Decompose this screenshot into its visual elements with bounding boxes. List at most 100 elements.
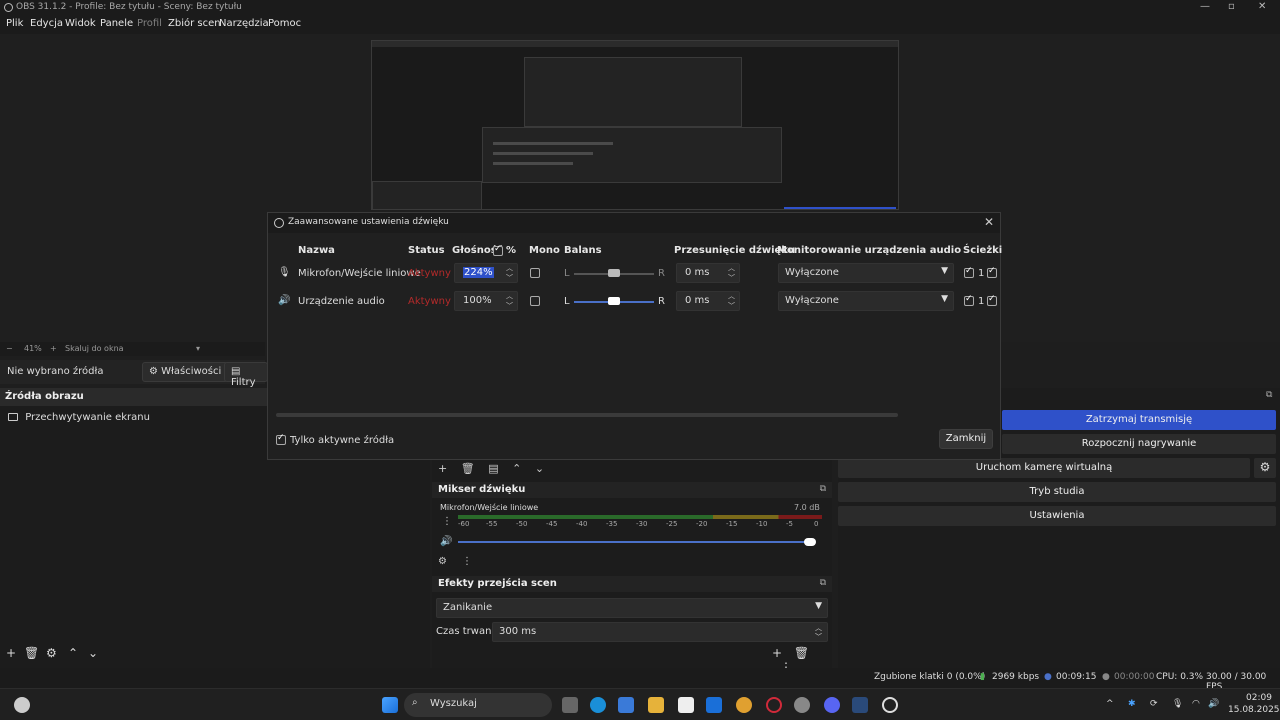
menu-widok[interactable]: Widok	[65, 18, 96, 29]
duration-spinbox[interactable]: 300 ms ︿ ﹀	[492, 622, 828, 642]
spin-up-icon[interactable]: ︿	[728, 291, 735, 301]
popout-icon[interactable]: ⧉	[820, 484, 826, 494]
settings-button[interactable]: Ustawienia	[838, 506, 1276, 526]
discord-icon[interactable]	[824, 697, 840, 713]
stop-stream-button[interactable]: Zatrzymaj transmisję	[1002, 410, 1276, 430]
filters-button[interactable]: ▤ Filtry	[224, 362, 268, 388]
spin-down-icon[interactable]: ﹀	[506, 301, 513, 311]
clock-date[interactable]: 15.08.2025	[1228, 705, 1280, 715]
start-recording-button[interactable]: Rozpocznij nagrywanie	[1002, 434, 1276, 454]
mixer-menu-icon[interactable]: ⋮	[462, 556, 472, 567]
trash-icon[interactable]: 🗑	[794, 646, 809, 660]
task-view-icon[interactable]	[562, 697, 578, 713]
mono-checkbox[interactable]	[530, 268, 540, 278]
mixer-volume-track[interactable]	[458, 541, 810, 543]
outlook-icon[interactable]	[706, 697, 722, 713]
popout-icon[interactable]: ⧉	[1266, 390, 1272, 400]
settings-icon[interactable]	[794, 697, 810, 713]
spin-down-icon[interactable]: ﹀	[506, 273, 513, 283]
menu-profil[interactable]: Profil	[137, 18, 162, 29]
spin-up-icon[interactable]: ︿	[728, 263, 735, 273]
menu-narzedzia[interactable]: Narzędzia	[219, 18, 269, 29]
popout-icon[interactable]: ⧉	[820, 578, 826, 588]
preview-canvas[interactable]	[371, 40, 899, 210]
menu-pomoc[interactable]: Pomoc	[268, 18, 301, 29]
volume-percent-checkbox[interactable]	[493, 244, 503, 256]
move-up-icon[interactable]: ⌃	[68, 646, 78, 660]
spin-down-icon[interactable]: ﹀	[815, 632, 822, 642]
obs-icon[interactable]	[882, 697, 898, 713]
bluetooth-icon[interactable]: ✱	[1128, 699, 1136, 709]
gear-icon[interactable]: ⚙	[46, 646, 57, 660]
volume-icon[interactable]: 🔊	[1208, 699, 1219, 709]
spin-up-icon[interactable]: ︿	[506, 263, 513, 273]
spin-up-icon[interactable]: ︿	[506, 291, 513, 301]
trash-icon[interactable]: 🗑	[461, 462, 475, 475]
clock-time[interactable]: 02:09	[1246, 693, 1272, 703]
studio-mode-button[interactable]: Tryb studia	[838, 482, 1276, 502]
trash-icon[interactable]: 🗑	[24, 646, 39, 660]
add-icon[interactable]: +	[438, 462, 447, 475]
mixer-volume-knob[interactable]	[804, 538, 816, 546]
edge-icon[interactable]	[590, 697, 606, 713]
speaker-icon[interactable]: 🔊	[440, 536, 452, 547]
menu-panele[interactable]: Panele	[100, 18, 133, 29]
track-1-checkbox[interactable]	[964, 266, 974, 278]
close-window-icon[interactable]: ✕	[1258, 1, 1266, 12]
menu-zbior-scen[interactable]: Zbiór scen	[168, 18, 221, 29]
active-only-checkbox[interactable]	[276, 433, 286, 445]
taskbar-search[interactable]: ⌕ Wyszukaj	[404, 693, 552, 717]
sync-icon[interactable]: ⟳	[1150, 699, 1158, 709]
volume-spinbox[interactable]: 224% ︿ ﹀	[454, 263, 518, 283]
spin-down-icon[interactable]: ﹀	[728, 301, 735, 311]
zoom-out-button[interactable]: −	[6, 344, 13, 353]
file-explorer-icon[interactable]	[648, 697, 664, 713]
menu-edycja[interactable]: Edycja	[30, 18, 63, 29]
sync-offset-spinbox[interactable]: 0 ms ︿ ﹀	[676, 263, 740, 283]
minimize-icon[interactable]: —	[1200, 1, 1210, 12]
zoom-in-button[interactable]: +	[50, 344, 57, 353]
mono-checkbox[interactable]	[530, 296, 540, 306]
monitoring-select[interactable]: Wyłączone ▼	[778, 291, 954, 311]
close-icon[interactable]: ✕	[984, 215, 994, 229]
windows-start-icon[interactable]	[382, 697, 398, 713]
move-down-icon[interactable]: ⌄	[535, 462, 544, 475]
menu-plik[interactable]: Plik	[6, 18, 23, 29]
horizontal-scrollbar[interactable]	[276, 413, 898, 417]
track-2-checkbox[interactable]	[987, 266, 997, 278]
virtual-camera-button[interactable]: Uruchom kamerę wirtualną	[838, 458, 1250, 478]
transition-select[interactable]: Zanikanie ▼	[436, 598, 828, 618]
maximize-icon[interactable]: ▫	[1228, 1, 1235, 12]
filter-icon[interactable]: ▤	[488, 462, 498, 475]
source-item[interactable]: Przechwytywanie ekranu	[8, 412, 150, 423]
microphone-icon[interactable]: 🎙	[1172, 699, 1183, 709]
weather-icon[interactable]	[14, 697, 30, 713]
close-button[interactable]: Zamknij	[939, 429, 993, 449]
spin-down-icon[interactable]: ﹀	[728, 273, 735, 283]
chevron-down-icon[interactable]: ▾	[196, 344, 200, 353]
move-down-icon[interactable]: ⌄	[88, 646, 98, 660]
properties-button[interactable]: ⚙ Właściwości	[142, 362, 229, 382]
sync-offset-spinbox[interactable]: 0 ms ︿ ﹀	[676, 291, 740, 311]
monitoring-select[interactable]: Wyłączone ▼	[778, 263, 954, 283]
zoom-mode[interactable]: Skaluj do okna	[65, 344, 124, 353]
steam-icon[interactable]	[852, 697, 868, 713]
track-2-checkbox[interactable]	[987, 294, 997, 306]
add-source-icon[interactable]: +	[6, 646, 16, 660]
gear-icon[interactable]: ⚙	[1254, 458, 1276, 478]
mixer-settings-icon[interactable]: ⚙	[438, 556, 447, 567]
track-1-checkbox[interactable]	[964, 294, 974, 306]
add-icon[interactable]: +	[772, 646, 782, 660]
kebab-menu-icon[interactable]: ⋮	[442, 516, 452, 527]
store-icon[interactable]	[678, 697, 694, 713]
move-up-icon[interactable]: ⌃	[512, 462, 521, 475]
opera-icon[interactable]	[766, 697, 782, 713]
wifi-icon[interactable]: ◠	[1192, 699, 1200, 709]
photos-icon[interactable]	[618, 697, 634, 713]
tray-expand-icon[interactable]: ^	[1106, 699, 1114, 709]
active-only-label: Tylko aktywne źródła	[290, 435, 395, 446]
chrome-icon[interactable]	[736, 697, 752, 713]
balance-knob[interactable]	[608, 269, 620, 277]
volume-spinbox[interactable]: 100% ︿ ﹀	[454, 291, 518, 311]
balance-knob[interactable]	[608, 297, 620, 305]
